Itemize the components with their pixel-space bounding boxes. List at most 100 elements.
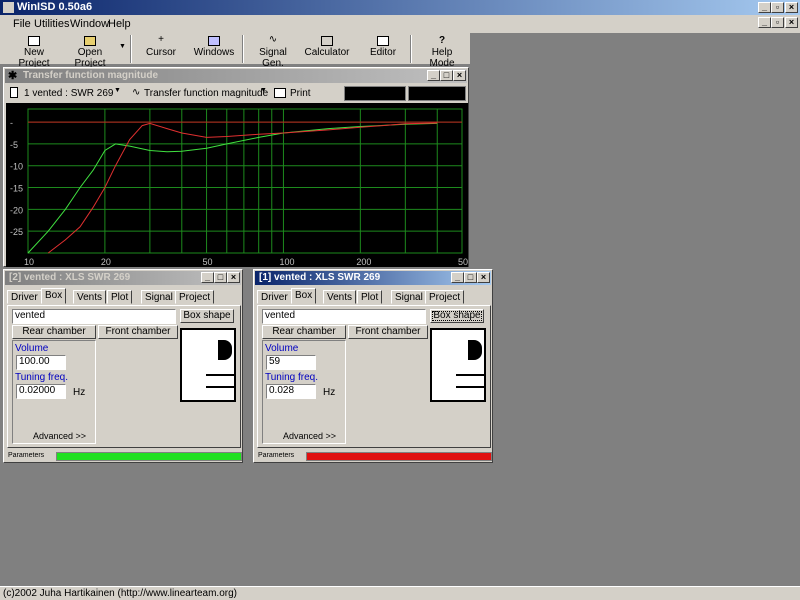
graph-window: ✱ Transfer function magnitude _ □ × 1 ve…	[3, 67, 469, 267]
help-mode-button[interactable]: ? Help Mode	[418, 33, 466, 70]
help-icon: ?	[438, 35, 446, 46]
advanced-link[interactable]: Advanced >>	[33, 431, 86, 441]
open-project-dropdown-icon[interactable]: ▼	[119, 43, 126, 50]
app-title: WinISD 0.50a6	[17, 1, 93, 13]
win1-tabs: Driver Box Vents Plot Signal Project	[257, 288, 491, 306]
front-chamber-button[interactable]: Front chamber	[348, 325, 428, 339]
graph-select-dropdown-icon[interactable]: ▼	[260, 87, 267, 94]
tab-signal[interactable]: Signal	[391, 290, 427, 304]
toolbar: New Project Open Project ▼ + Cursor Wind…	[0, 33, 470, 70]
project-window-2-titlebar[interactable]: [2] vented : XLS SWR 269 _ □ ×	[5, 271, 241, 285]
open-project-button[interactable]: Open Project	[62, 33, 118, 69]
mdi-restore-icon[interactable]: ▫	[771, 17, 784, 28]
speaker-icon	[468, 340, 482, 360]
graph-close-icon[interactable]: ×	[453, 70, 466, 81]
tuning-field[interactable]: 0.028	[266, 384, 316, 399]
win1-close-icon[interactable]: ×	[477, 272, 490, 283]
x-tick-label: 200	[356, 257, 371, 267]
tab-driver[interactable]: Driver	[257, 290, 292, 304]
win1-minimize-icon[interactable]: _	[451, 272, 464, 283]
tab-project[interactable]: Project	[175, 290, 215, 304]
print-button[interactable]: Print	[290, 88, 311, 99]
windows-button[interactable]: Windows	[193, 33, 235, 63]
box-type-field[interactable]: vented	[12, 309, 176, 324]
win2-minimize-icon[interactable]: _	[201, 272, 214, 283]
calculator-button[interactable]: Calculator	[304, 33, 350, 63]
win2-close-icon[interactable]: ×	[227, 272, 240, 283]
tuning-field[interactable]: 0.02000	[16, 384, 66, 399]
minimize-icon[interactable]: _	[758, 2, 771, 13]
project-select-dropdown-icon[interactable]: ▼	[114, 87, 121, 94]
app-titlebar[interactable]: WinISD 0.50a6 _ ▫ ×	[0, 0, 800, 15]
rear-chamber-button[interactable]: Rear chamber	[12, 325, 96, 339]
volume-field[interactable]: 100.00	[16, 355, 66, 370]
box-type-field[interactable]: vented	[262, 309, 426, 324]
graph-minimize-icon[interactable]: _	[427, 70, 440, 81]
win1-status-label: Parameters	[258, 452, 295, 459]
rear-chamber-button[interactable]: Rear chamber	[262, 325, 346, 339]
chamber-group: Volume 100.00 Tuning freq. 0.02000 Hz Ad…	[12, 340, 96, 444]
restore-icon[interactable]: ▫	[771, 2, 784, 13]
close-icon[interactable]: ×	[785, 2, 798, 13]
win2-status-label: Parameters	[8, 452, 45, 459]
y-tick-label: -20	[10, 205, 23, 215]
tab-plot[interactable]: Plot	[107, 290, 133, 304]
menu-window[interactable]: Window	[70, 18, 109, 30]
tab-signal[interactable]: Signal	[141, 290, 177, 304]
menu-help[interactable]: Help	[108, 18, 131, 30]
win1-maximize-icon[interactable]: □	[464, 272, 477, 283]
tab-plot[interactable]: Plot	[357, 290, 383, 304]
new-project-label: New Project	[18, 47, 50, 69]
menu-utilities[interactable]: Utilities	[34, 18, 69, 30]
menu-file[interactable]: File	[13, 18, 31, 30]
mdi-min-icon[interactable]: _	[758, 17, 771, 28]
box-shape-button[interactable]: Box shape	[430, 309, 484, 323]
box-shape-button[interactable]: Box shape	[180, 309, 234, 323]
y-tick-label: -15	[10, 184, 23, 194]
project-window-2-title: [2] vented : XLS SWR 269	[9, 272, 131, 283]
response-graph[interactable]: - -5 -10 -15 -20 -25 10 20 50 100 200 500	[6, 103, 468, 267]
tab-box[interactable]: Box	[41, 288, 67, 304]
y-tick-label: -5	[10, 140, 18, 150]
project-window-1-titlebar[interactable]: [1] vented : XLS SWR 269 _ □ ×	[255, 271, 491, 285]
win2-tabs: Driver Box Vents Plot Signal Project	[7, 288, 241, 306]
new-project-button[interactable]: New Project	[8, 33, 60, 69]
front-chamber-button[interactable]: Front chamber	[98, 325, 178, 339]
y-tick-label: -25	[10, 227, 23, 237]
editor-button[interactable]: Editor	[366, 33, 400, 63]
graph-select[interactable]: Transfer function magnitude	[144, 88, 268, 99]
x-tick-label: 10	[24, 257, 34, 267]
win2-maximize-icon[interactable]: □	[214, 272, 227, 283]
mdi-close-icon[interactable]: ×	[785, 17, 798, 28]
vent-line-1	[456, 374, 486, 376]
toolbar-separator	[130, 35, 132, 63]
volume-label: Volume	[15, 343, 49, 354]
tab-vents[interactable]: Vents	[73, 290, 107, 304]
advanced-link[interactable]: Advanced >>	[283, 431, 336, 441]
volume-field[interactable]: 59	[266, 355, 316, 370]
graph-maximize-icon[interactable]: □	[440, 70, 453, 81]
project-select-icon	[10, 87, 18, 98]
volume-label: Volume	[265, 343, 299, 354]
help-mode-label: Help Mode	[429, 47, 455, 69]
tab-driver[interactable]: Driver	[7, 290, 42, 304]
graph-select-icon: ∿	[132, 87, 141, 98]
cursor-button[interactable]: + Cursor	[142, 33, 180, 63]
app-icon	[3, 2, 14, 13]
signal-gen-label: Signal Gen.	[259, 47, 287, 69]
graph-window-titlebar[interactable]: ✱ Transfer function magnitude _ □ ×	[5, 69, 467, 83]
cursor-label: Cursor	[145, 47, 176, 58]
tab-vents[interactable]: Vents	[323, 290, 357, 304]
tab-box[interactable]: Box	[291, 288, 317, 304]
x-tick-label: 500	[458, 257, 468, 267]
menu-bar: File Utilities Window Help _ ▫ ×	[0, 15, 800, 33]
tuning-unit: Hz	[73, 387, 86, 398]
project-select[interactable]: 1 vented : SWR 269	[24, 88, 120, 99]
signal-gen-button[interactable]: ∿ Signal Gen.	[250, 33, 296, 70]
tab-project[interactable]: Project	[425, 290, 465, 304]
vent-line-1	[206, 374, 236, 376]
toolbar-separator	[410, 35, 412, 63]
graph-window-title: Transfer function magnitude	[23, 70, 159, 81]
y-tick-label: -10	[10, 162, 23, 172]
printer-icon	[274, 88, 286, 98]
